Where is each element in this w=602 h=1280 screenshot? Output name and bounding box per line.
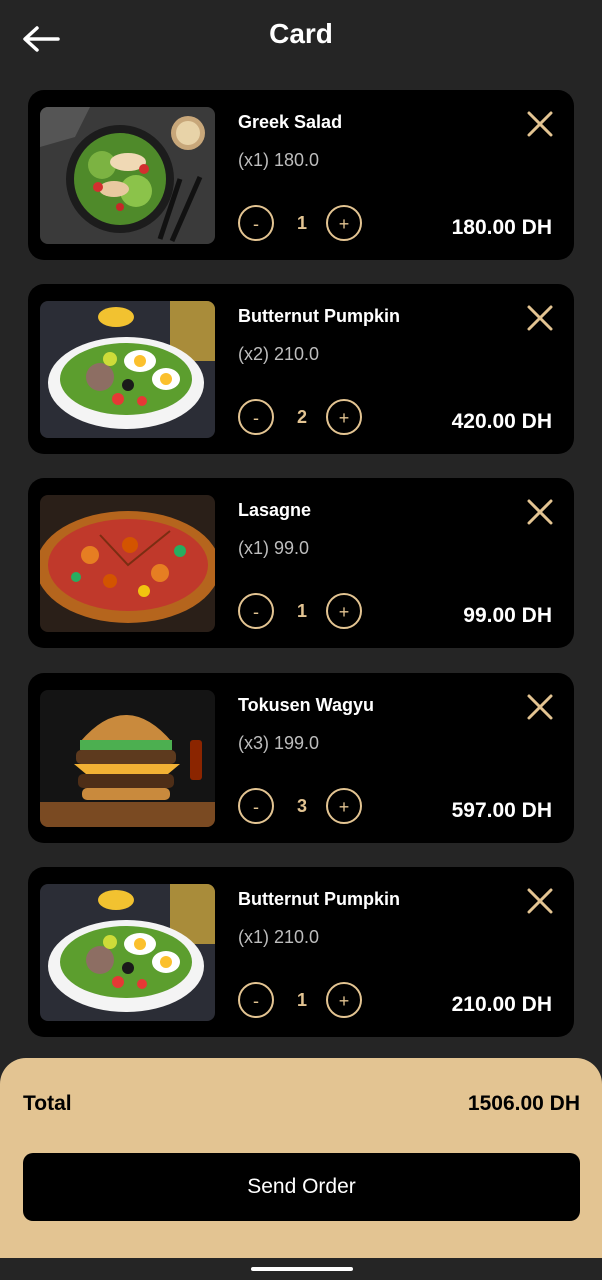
item-line-total: 597.00 DH <box>451 799 552 822</box>
decrease-quantity-button[interactable]: - <box>238 593 274 629</box>
item-quantity: 1 <box>296 601 307 621</box>
send-order-button[interactable]: Send Order <box>23 1153 580 1221</box>
remove-item-button[interactable] <box>526 887 554 915</box>
decrease-quantity-button[interactable]: - <box>238 788 274 824</box>
remove-item-button[interactable] <box>526 110 554 138</box>
item-unit-price: (x3) 199.0 <box>238 733 320 753</box>
decrease-quantity-button[interactable]: - <box>238 399 274 435</box>
decrease-quantity-button[interactable]: - <box>238 982 274 1018</box>
item-unit-price: (x1) 210.0 <box>238 927 320 947</box>
close-icon <box>527 499 553 525</box>
close-icon <box>527 111 553 137</box>
close-icon <box>527 888 553 914</box>
total-value: 1506.00 DH <box>467 1092 580 1115</box>
decrease-quantity-button[interactable]: - <box>238 205 274 241</box>
food-image <box>40 495 215 632</box>
home-indicator[interactable] <box>251 1267 353 1271</box>
close-icon <box>527 305 553 331</box>
increase-quantity-button[interactable]: + <box>326 982 362 1018</box>
item-line-total: 180.00 DH <box>451 216 552 239</box>
food-image <box>40 301 215 438</box>
increase-quantity-button[interactable]: + <box>326 788 362 824</box>
food-image <box>40 884 215 1021</box>
remove-item-button[interactable] <box>526 498 554 526</box>
remove-item-button[interactable] <box>526 693 554 721</box>
item-name: Greek Salad <box>238 112 343 132</box>
page-title: Card <box>269 18 333 49</box>
increase-quantity-button[interactable]: + <box>326 205 362 241</box>
item-quantity: 1 <box>296 213 307 233</box>
item-name: Butternut Pumpkin <box>238 889 400 909</box>
item-name: Butternut Pumpkin <box>238 306 400 326</box>
total-label: Total <box>23 1092 72 1115</box>
item-name: Tokusen Wagyu <box>238 695 375 715</box>
cart-item: Butternut Pumpkin (x2) 210.0 - 2 + 420.0… <box>28 284 574 454</box>
increase-quantity-button[interactable]: + <box>326 593 362 629</box>
item-unit-price: (x1) 99.0 <box>238 538 310 558</box>
cart-item: Greek Salad (x1) 180.0 - 1 + 180.00 DH <box>28 90 574 260</box>
food-image <box>40 690 215 827</box>
item-line-total: 420.00 DH <box>451 410 552 433</box>
increase-quantity-button[interactable]: + <box>326 399 362 435</box>
item-unit-price: (x1) 180.0 <box>238 150 320 170</box>
item-line-total: 99.00 DH <box>463 604 552 627</box>
cart-item: Butternut Pumpkin (x1) 210.0 - 1 + 210.0… <box>28 867 574 1037</box>
item-line-total: 210.00 DH <box>451 993 552 1016</box>
order-summary-panel: Total 1506.00 DH Send Order <box>0 1058 602 1258</box>
item-quantity: 3 <box>296 796 307 816</box>
cart-item: Lasagne (x1) 99.0 - 1 + 99.00 DH <box>28 478 574 648</box>
item-quantity: 1 <box>296 990 307 1010</box>
item-unit-price: (x2) 210.0 <box>238 344 320 364</box>
food-image <box>40 107 215 244</box>
cart-item: Tokusen Wagyu (x3) 199.0 - 3 + 597.00 DH <box>28 673 574 843</box>
item-name: Lasagne <box>238 500 312 520</box>
close-icon <box>527 694 553 720</box>
remove-item-button[interactable] <box>526 304 554 332</box>
app-header: Card <box>0 0 602 78</box>
item-quantity: 2 <box>296 407 307 427</box>
